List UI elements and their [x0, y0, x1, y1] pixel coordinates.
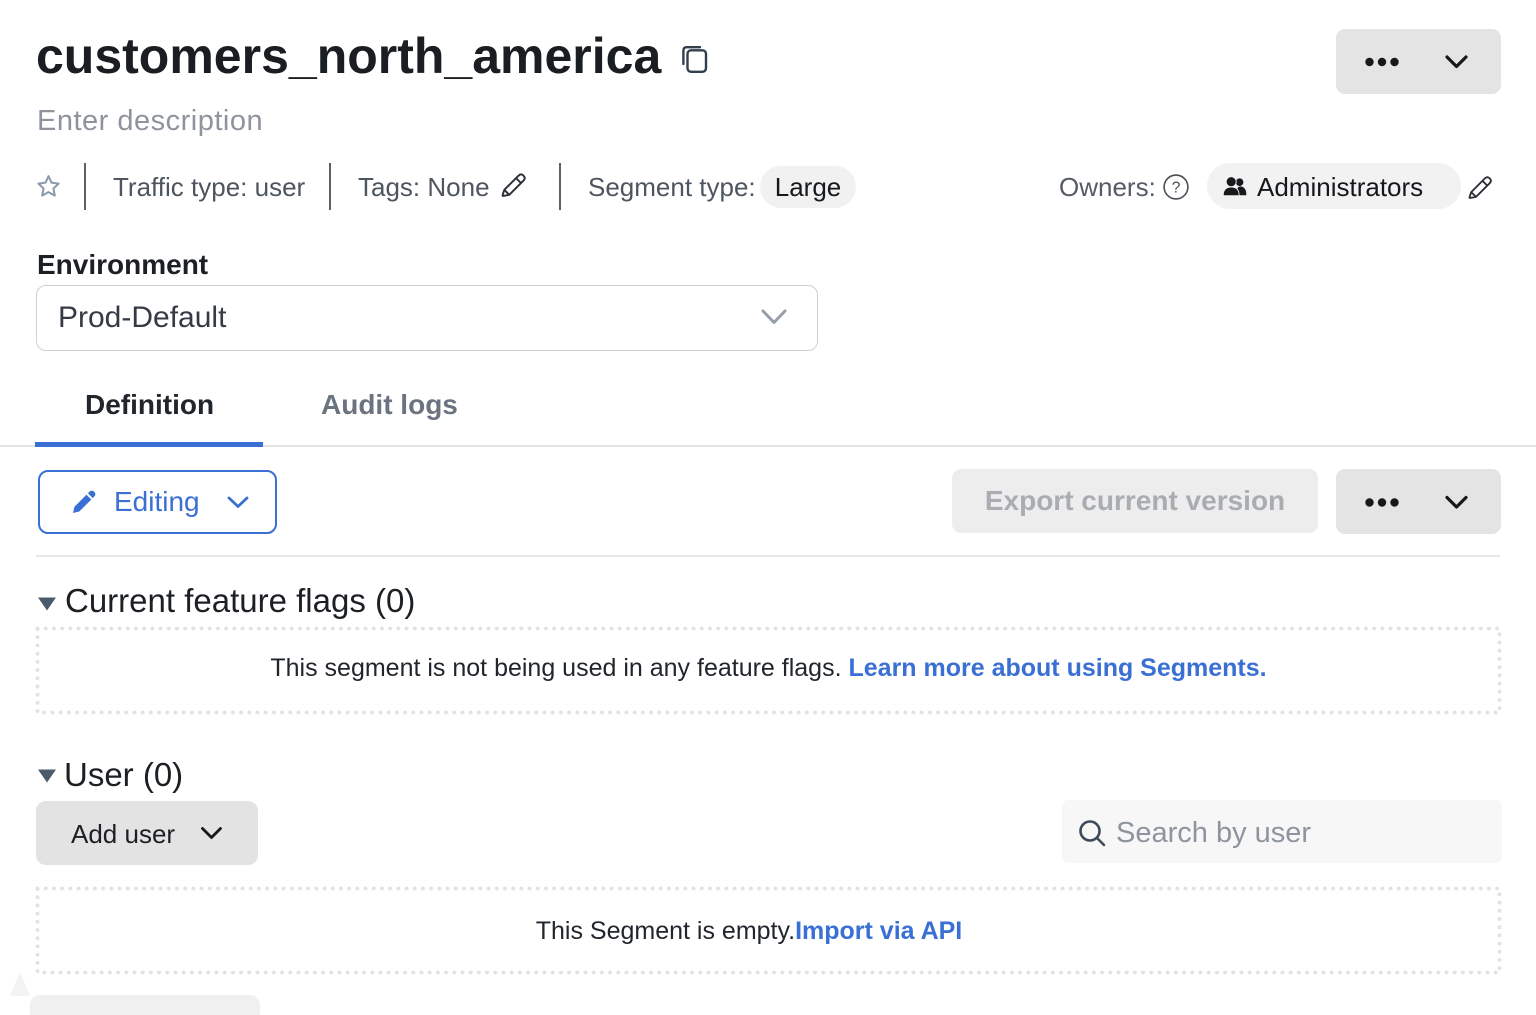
svg-text:?: ? — [1172, 179, 1181, 196]
